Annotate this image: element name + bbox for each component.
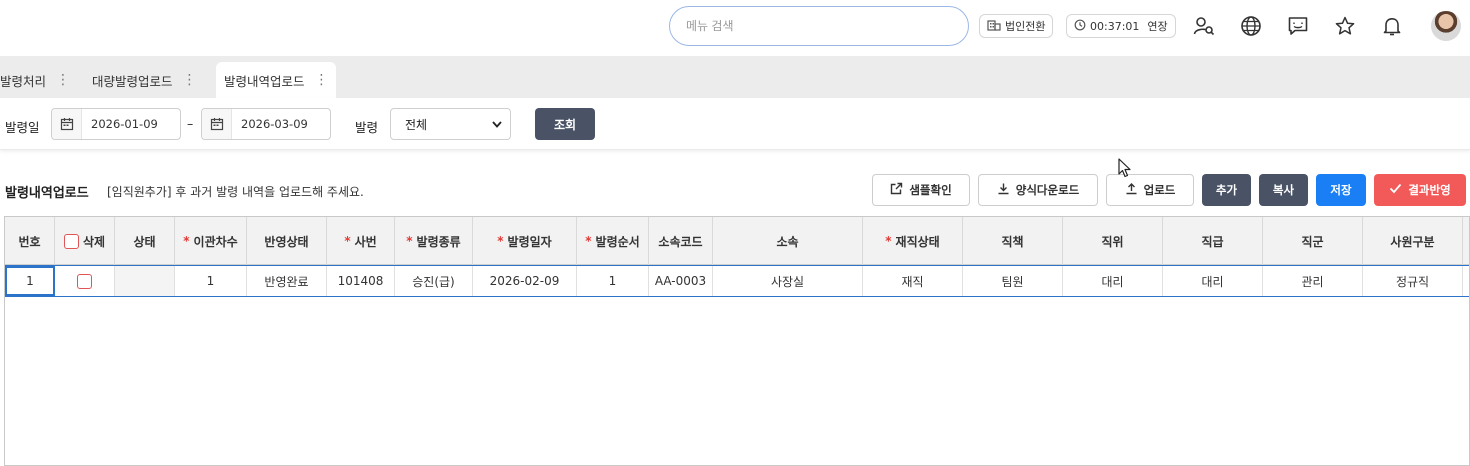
cell-no[interactable]: 1 bbox=[5, 266, 55, 296]
menu-search-input[interactable] bbox=[669, 6, 969, 46]
col-header-grade[interactable]: 직급 bbox=[1163, 217, 1263, 265]
cell-appointment-date[interactable]: 2026-02-09 bbox=[473, 266, 577, 296]
select-value: 전체 bbox=[405, 117, 428, 132]
more-vert-icon[interactable]: ⋮ bbox=[183, 73, 197, 87]
date-to-value: 2026-03-09 bbox=[241, 117, 308, 131]
cell-grade[interactable]: 대리 bbox=[1163, 266, 1263, 296]
timer-value: 00:37:01 bbox=[1090, 19, 1140, 33]
table-row[interactable]: 1 1 반영완료 101408 승진(급) 2026-02-09 1 AA-00… bbox=[5, 265, 1469, 297]
section-title: 발령내역업로드 bbox=[5, 186, 89, 201]
button-label: 샘플확인 bbox=[909, 183, 952, 197]
date-to-field[interactable]: 2026-03-09 bbox=[201, 108, 331, 140]
cell-dept[interactable]: 사장실 bbox=[713, 266, 863, 296]
cell-job-group[interactable]: 관리 bbox=[1263, 266, 1363, 296]
download-icon bbox=[997, 182, 1010, 198]
col-header-apply-status[interactable]: 반영상태 bbox=[247, 217, 327, 265]
cell-appointment-type[interactable]: 승진(급) bbox=[395, 266, 473, 296]
globe-icon[interactable] bbox=[1237, 12, 1265, 40]
grid-header: 번호 삭제 상태 * 이관차수 반영상태 * 사번 * 발령종류 * 발령일자 * 발령순… bbox=[5, 217, 1469, 265]
timer-icon bbox=[1074, 19, 1086, 34]
add-button[interactable]: 추가 bbox=[1202, 174, 1251, 206]
section-description: [임직원추가] 후 과거 발령 내역을 업로드해 주세요. bbox=[107, 185, 364, 199]
user-search-icon[interactable] bbox=[1190, 12, 1218, 40]
button-label: 결과반영 bbox=[1408, 183, 1451, 197]
appointment-type-select[interactable]: 전체 bbox=[390, 108, 511, 140]
select-all-checkbox[interactable] bbox=[63, 233, 79, 249]
cell-emp-type[interactable]: 정규직 bbox=[1363, 266, 1463, 296]
col-header-appointment-order[interactable]: * 발령순서 bbox=[577, 217, 649, 265]
tab-appointment-process[interactable]: 발령처리 ⋮ bbox=[0, 62, 70, 98]
tab-label: 대량발령업로드 bbox=[92, 73, 173, 89]
cell-emp-no[interactable]: 101408 bbox=[327, 266, 395, 296]
col-header-no[interactable]: 번호 bbox=[5, 217, 55, 265]
col-header-status[interactable]: 상태 bbox=[115, 217, 175, 265]
calendar-icon[interactable] bbox=[52, 109, 82, 139]
col-header-emp-type[interactable]: 사원구분 bbox=[1363, 217, 1463, 265]
more-vert-icon[interactable]: ⋮ bbox=[56, 73, 70, 87]
save-button[interactable]: 저장 bbox=[1316, 174, 1366, 206]
date-from-field[interactable]: 2026-01-09 bbox=[51, 108, 181, 140]
cell-appointment-order[interactable]: 1 bbox=[577, 266, 649, 296]
tab-label: 발령처리 bbox=[0, 73, 47, 89]
cell-position[interactable]: 대리 bbox=[1063, 266, 1163, 296]
cell-emp-status[interactable]: 재직 bbox=[863, 266, 963, 296]
col-header-appointment-type[interactable]: * 발령종류 bbox=[395, 217, 473, 265]
cell-delete[interactable] bbox=[55, 266, 115, 296]
col-header-dept-code[interactable]: 소속코드 bbox=[649, 217, 713, 265]
copy-button[interactable]: 복사 bbox=[1259, 174, 1308, 206]
tab-bulk-appointment-upload[interactable]: 대량발령업로드 ⋮ bbox=[92, 62, 197, 98]
extend-button[interactable]: 연장 bbox=[1147, 18, 1167, 34]
sample-view-button[interactable]: 샘플확인 bbox=[872, 174, 970, 206]
building-icon bbox=[987, 19, 1001, 34]
col-header-transfer-no[interactable]: * 이관차수 bbox=[175, 217, 247, 265]
chat-icon[interactable] bbox=[1284, 12, 1312, 40]
template-download-button[interactable]: 양식다운로드 bbox=[978, 174, 1098, 206]
type-label: 발령 bbox=[355, 120, 379, 135]
col-header-position[interactable]: 직위 bbox=[1063, 217, 1163, 265]
more-vert-icon[interactable]: ⋮ bbox=[315, 73, 329, 87]
bell-icon[interactable] bbox=[1378, 12, 1406, 40]
cell-status[interactable] bbox=[115, 266, 175, 296]
date-separator: – bbox=[187, 116, 194, 131]
chevron-down-icon bbox=[492, 117, 502, 131]
date-label: 발령일 bbox=[5, 120, 40, 135]
col-header-job-group[interactable]: 직군 bbox=[1263, 217, 1363, 265]
date-from-value: 2026-01-09 bbox=[91, 117, 158, 131]
cell-transfer-no[interactable]: 1 bbox=[175, 266, 247, 296]
appointment-history-grid: 번호 삭제 상태 * 이관차수 반영상태 * 사번 * 발령종류 * 발령일자 * 발령순… bbox=[4, 216, 1470, 466]
session-timer: 00:37:01 연장 bbox=[1066, 14, 1176, 38]
star-icon[interactable] bbox=[1331, 12, 1359, 40]
col-header-duty[interactable]: 직책 bbox=[963, 217, 1063, 265]
delete-checkbox[interactable] bbox=[77, 273, 92, 289]
tab-label: 발령내역업로드 bbox=[224, 73, 305, 89]
col-header-emp-no[interactable]: * 사번 bbox=[327, 217, 395, 265]
cell-dept-code[interactable]: AA-0003 bbox=[649, 266, 713, 296]
col-header-dept[interactable]: 소속 bbox=[713, 217, 863, 265]
upload-icon bbox=[1125, 182, 1138, 198]
tab-appointment-history-upload[interactable]: 발령내역업로드 ⋮ bbox=[216, 62, 336, 98]
apply-result-button[interactable]: 결과반영 bbox=[1374, 174, 1466, 206]
check-icon bbox=[1389, 183, 1402, 197]
external-link-icon bbox=[890, 182, 903, 198]
corp-switch-button[interactable]: 법인전환 bbox=[979, 14, 1054, 38]
cell-apply-status[interactable]: 반영완료 bbox=[247, 266, 327, 296]
button-label: 업로드 bbox=[1143, 183, 1176, 197]
calendar-icon[interactable] bbox=[202, 109, 232, 139]
query-button[interactable]: 조회 bbox=[535, 108, 595, 140]
corp-switch-label: 법인전환 bbox=[1005, 20, 1046, 33]
mouse-cursor-icon bbox=[1118, 158, 1132, 182]
avatar[interactable] bbox=[1431, 11, 1461, 41]
col-header-delete[interactable]: 삭제 bbox=[55, 217, 115, 265]
col-header-emp-status[interactable]: * 재직상태 bbox=[863, 217, 963, 265]
button-label: 양식다운로드 bbox=[1015, 183, 1080, 197]
cell-duty[interactable]: 팀원 bbox=[963, 266, 1063, 296]
col-header-appointment-date[interactable]: * 발령일자 bbox=[473, 217, 577, 265]
